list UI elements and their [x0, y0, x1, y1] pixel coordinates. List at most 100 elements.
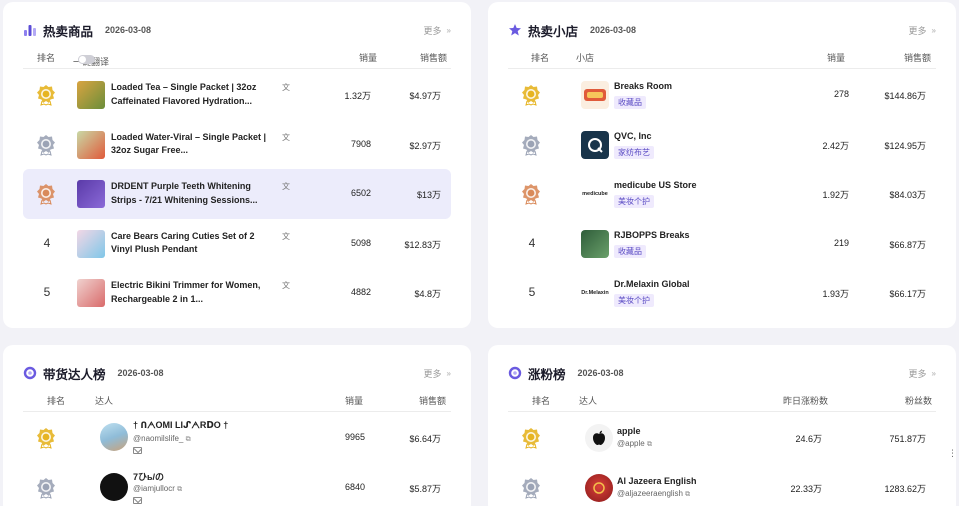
product-name[interactable]: Care Bears Caring Cuties Set of 2 Vinyl …	[111, 230, 271, 257]
product-name[interactable]: Electric Bikini Trimmer for Women, Recha…	[111, 279, 271, 306]
gold-medal-icon	[521, 84, 541, 106]
creator-name[interactable]: 7ひь/の	[133, 470, 164, 483]
more-link[interactable]: 更多»	[909, 367, 936, 380]
avatar[interactable]	[100, 472, 128, 501]
circle-dot-icon	[23, 366, 37, 380]
creator-name[interactable]: apple	[617, 426, 641, 436]
sales-value: 1.92万	[822, 190, 849, 200]
product-name[interactable]: Loaded Tea – Single Packet | 32oz Caffei…	[111, 81, 271, 108]
copy-icon[interactable]: ⧉	[647, 441, 652, 448]
product-row[interactable]: DRDENT Purple Teeth Whitening Strips - 7…	[23, 169, 451, 219]
translate-icon[interactable]: 文	[282, 182, 291, 191]
followers-header: 涨粉榜 2026-03-08 更多»	[508, 365, 936, 382]
more-link[interactable]: 更多»	[424, 367, 451, 380]
followers-card: 涨粉榜 2026-03-08 更多» 排名 达人 昨日涨粉数 粉丝数 apple…	[488, 345, 956, 506]
double-chevron-right-icon: »	[446, 368, 451, 378]
card-date: 2026-03-08	[117, 368, 164, 378]
shop-name[interactable]: medicube US Store	[614, 180, 697, 190]
avatar[interactable]	[585, 473, 613, 502]
shop-row[interactable]: Breaks Room 收藏品 278 $144.86万	[508, 70, 936, 120]
hot-products-card: 热卖商品 2026-03-08 更多» 排名 一键翻译 销量 销售额 Loade…	[3, 2, 471, 328]
creator-name[interactable]: † ՈᗅOMI LI﻿ᔑᗅRᗞO †	[133, 420, 228, 431]
creator-handle[interactable]: @apple ⧉	[617, 439, 652, 449]
revenue-value: $6.64万	[409, 434, 441, 444]
copy-icon[interactable]: ⧉	[685, 491, 690, 498]
card-date: 2026-03-08	[105, 25, 152, 35]
product-thumbnail[interactable]	[77, 81, 105, 109]
col-sales: 销量	[359, 53, 378, 63]
revenue-value: $66.87万	[889, 239, 926, 250]
product-row[interactable]: 5 Electric Bikini Trimmer for Women, Rec…	[23, 268, 451, 318]
card-title: 带货达人榜	[43, 367, 106, 382]
category-tag: 家纺布艺	[614, 145, 654, 159]
shop-logo[interactable]: Dr.Melaxin	[581, 279, 609, 307]
revenue-value: $12.83万	[404, 239, 441, 250]
shop-name[interactable]: Breaks Room	[614, 81, 672, 91]
translate-icon[interactable]: 文	[282, 83, 291, 92]
creator-handle[interactable]: @naomilslife_ ⧉	[133, 434, 191, 444]
table-header: 排名 达人 销量 销售额	[23, 390, 451, 412]
copy-icon[interactable]: ⧉	[177, 486, 182, 493]
translate-toggle[interactable]	[78, 55, 95, 64]
hot-shops-card: 热卖小店 2026-03-08 更多» 排名 小店 销量 销售额 Breaks …	[488, 2, 956, 328]
revenue-value: $124.95万	[884, 140, 926, 151]
revenue-value: $84.03万	[889, 190, 926, 200]
shop-row[interactable]: medicube medicube US Store 美妆个护 1.92万 $8…	[508, 169, 936, 219]
shop-logo[interactable]: medicube	[581, 180, 609, 208]
sales-value: 278	[833, 89, 849, 99]
avatar[interactable]	[100, 423, 128, 451]
creator-row[interactable]: † ՈᗅOMI LI﻿ᔑᗅRᗞO † @naomilslife_ ⧉ 9965 …	[23, 413, 451, 463]
creator-name[interactable]: Al Jazeera English	[617, 476, 697, 486]
more-link[interactable]: 更多»	[909, 24, 936, 37]
product-row[interactable]: Loaded Tea – Single Packet | 32oz Caffei…	[23, 70, 451, 120]
shop-name[interactable]: QVC, Inc	[614, 131, 652, 141]
creator-handle[interactable]: @aljazeeraenglish ⧉	[617, 489, 690, 499]
bar-chart-icon	[23, 23, 37, 37]
product-name[interactable]: Loaded Water-Viral – Single Packet | 32o…	[111, 131, 271, 158]
table-header: 排名 达人 昨日涨粉数 粉丝数	[508, 390, 936, 412]
shop-row[interactable]: 5 Dr.Melaxin Dr.Melaxin Global 美妆个护 1.93…	[508, 268, 936, 318]
shop-name[interactable]: Dr.Melaxin Global	[614, 279, 690, 289]
col-revenue: 销售额	[419, 396, 447, 406]
translate-icon[interactable]: 文	[282, 281, 291, 290]
avatar[interactable]	[585, 424, 613, 452]
mail-icon[interactable]	[133, 447, 142, 454]
product-name[interactable]: DRDENT Purple Teeth Whitening Strips - 7…	[111, 180, 271, 207]
side-drag-handle[interactable]: ⋮	[948, 448, 957, 459]
follower-row[interactable]: Al Jazeera English @aljazeeraenglish ⧉ 2…	[508, 463, 936, 506]
translate-icon[interactable]: 文	[282, 133, 291, 142]
sales-value: 1.93万	[822, 289, 849, 299]
col-sales: 销量	[827, 53, 846, 63]
follower-row[interactable]: apple @apple ⧉ 24.6万 751.87万	[508, 413, 936, 463]
creator-handle[interactable]: @iamjullocr ⧉	[133, 484, 182, 494]
shop-logo[interactable]	[581, 130, 609, 159]
creator-row[interactable]: 7ひь/の @iamjullocr ⧉ 6840 $5.87万	[23, 463, 451, 506]
fans-value: 751.87万	[889, 434, 926, 444]
more-link[interactable]: 更多»	[424, 24, 451, 37]
product-thumbnail[interactable]	[77, 130, 105, 159]
shop-row[interactable]: 4 RJBOPPS Breaks 收藏品 219 $66.87万	[508, 219, 936, 269]
double-chevron-right-icon: »	[446, 25, 451, 35]
copy-icon[interactable]: ⧉	[186, 436, 191, 443]
col-rank: 排名	[37, 53, 56, 63]
silver-medal-icon	[36, 134, 56, 156]
sales-value: 6840	[344, 481, 365, 492]
category-tag: 美妆个护	[614, 294, 654, 307]
revenue-value: $66.17万	[889, 289, 926, 299]
product-row[interactable]: 4 Care Bears Caring Cuties Set of 2 Viny…	[23, 219, 451, 269]
product-thumbnail[interactable]	[77, 180, 105, 208]
shop-name[interactable]: RJBOPPS Breaks	[614, 230, 690, 240]
product-thumbnail[interactable]	[77, 229, 105, 258]
card-title: 热卖商品	[43, 24, 94, 39]
col-sales: 销量	[345, 396, 364, 406]
shop-row[interactable]: QVC, Inc 家纺布艺 2.42万 $124.95万	[508, 120, 936, 170]
shop-logo[interactable]	[581, 229, 609, 258]
product-thumbnail[interactable]	[77, 279, 105, 307]
category-tag: 收藏品	[614, 244, 646, 258]
shop-logo[interactable]	[581, 81, 609, 109]
product-row[interactable]: Loaded Water-Viral – Single Packet | 32o…	[23, 120, 451, 170]
translate-icon[interactable]: 文	[282, 232, 291, 241]
revenue-value: $2.97万	[409, 140, 441, 151]
rank-number: 4	[43, 235, 51, 250]
mail-icon[interactable]	[133, 496, 142, 504]
